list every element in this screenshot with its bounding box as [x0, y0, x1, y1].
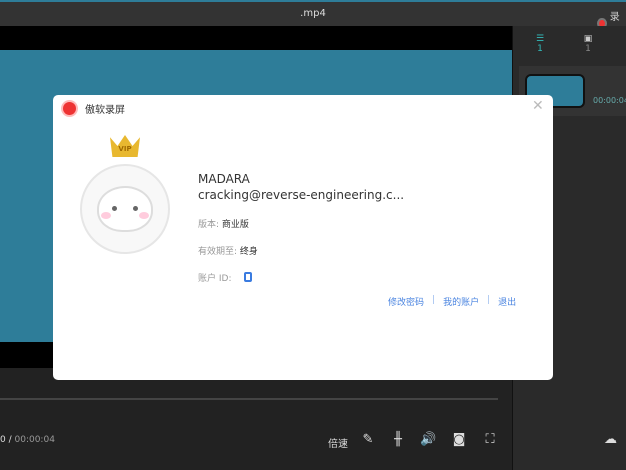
time-readout: 0 / 00:00:04	[0, 435, 55, 445]
account-id-label: 账户 ID:	[198, 274, 232, 284]
cloud-upload-icon[interactable]: ☁	[604, 432, 617, 447]
user-name: MADARA	[198, 172, 250, 186]
volume-icon[interactable]: 🔊	[420, 432, 436, 447]
expiry-row: 有效期至: 终身	[198, 247, 258, 257]
tab-play[interactable]: ▣ 1	[578, 34, 598, 54]
my-account-link[interactable]: 我的账户	[443, 295, 479, 308]
copy-icon[interactable]	[244, 272, 252, 282]
pen-icon[interactable]: ✎	[360, 432, 376, 447]
avatar	[80, 164, 170, 254]
progress-bar[interactable]	[0, 398, 498, 400]
list-icon: ☰	[535, 34, 545, 44]
window-title: .mp4	[300, 8, 326, 19]
speed-button[interactable]: 倍速	[328, 435, 348, 450]
account-links: 修改密码 | 我的账户 | 退出	[388, 295, 517, 308]
avatar-image	[97, 186, 153, 232]
title-bar: .mp4 录制	[0, 0, 626, 38]
logout-link[interactable]: 退出	[498, 295, 516, 308]
camera-icon[interactable]: ◙	[451, 432, 467, 447]
play-icon: ▣	[583, 34, 593, 44]
duration: 00:00:04	[593, 96, 626, 105]
vip-crown-icon: VIP	[110, 135, 140, 157]
dialog-title: 傲软录屏	[85, 105, 125, 116]
change-password-link[interactable]: 修改密码	[388, 295, 424, 308]
tab-list[interactable]: ☰ 1	[530, 34, 550, 54]
fullscreen-icon[interactable]: ⛶	[482, 432, 498, 447]
close-icon[interactable]: ✕	[532, 98, 544, 114]
user-email: cracking@reverse-engineering.c...	[198, 188, 405, 202]
app-logo-icon	[63, 102, 76, 115]
version-row: 版本: 商业版	[198, 220, 249, 230]
audio-wave-icon[interactable]: ╫	[390, 432, 406, 447]
account-dialog: 傲软录屏 ✕ VIP MADARA cracking@reverse-engin…	[53, 95, 553, 380]
